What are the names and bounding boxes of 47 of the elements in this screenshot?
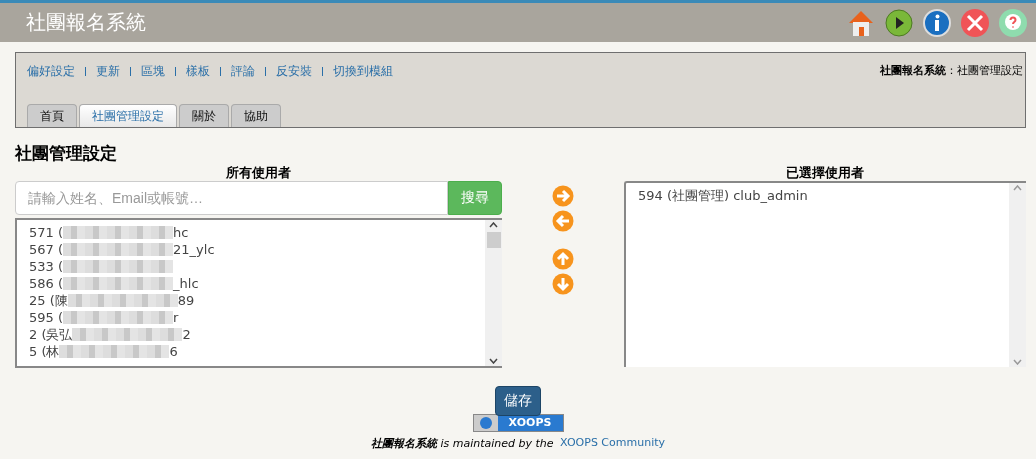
save-button[interactable]: 儲存	[495, 386, 541, 416]
selected-user-list[interactable]: 594 (社團管理) club_admin	[624, 181, 1026, 367]
menu-link[interactable]: 評論	[231, 63, 255, 80]
list-item-end: hc	[173, 224, 189, 241]
list-item-end: _hlc	[173, 275, 199, 292]
menu-link[interactable]: 更新	[96, 63, 120, 80]
scroll-thumb[interactable]	[486, 232, 501, 248]
list-item[interactable]: 594 (社團管理) club_admin	[638, 187, 997, 204]
menu-link[interactable]: 偏好設定	[27, 63, 75, 80]
menu-link[interactable]: 反安裝	[276, 63, 312, 80]
list-item-start: 586 (	[29, 275, 64, 292]
list-item-start: 533 (	[29, 258, 64, 275]
menu-link[interactable]: 區塊	[141, 63, 165, 80]
list-item-start: 595 (	[29, 309, 64, 326]
info-icon[interactable]	[922, 7, 952, 38]
list-item-start: 2 (吳弘	[29, 326, 73, 343]
globe-icon	[479, 417, 492, 429]
list-item-end: 2	[182, 326, 191, 343]
tab[interactable]: 首頁	[27, 104, 77, 127]
tab[interactable]: 關於	[179, 104, 229, 127]
list-item-start: 5 (林	[29, 343, 60, 360]
footer-text: 社團報名系統 is maintained by the	[370, 436, 555, 451]
list-item-end: 21_ylc	[173, 241, 215, 258]
help-icon[interactable]	[998, 7, 1028, 38]
tab[interactable]: 協助	[231, 104, 281, 127]
scroll-down-icon[interactable]	[489, 358, 498, 364]
list-item-start: 567 (	[29, 241, 64, 258]
column-heading: 所有使用者	[225, 165, 292, 181]
tab[interactable]: 社團管理設定	[79, 104, 177, 127]
list-item-end: r	[173, 309, 179, 326]
list-item-end: 89	[177, 292, 195, 309]
column-heading: 已選擇使用者	[785, 165, 865, 181]
page-title: 社團管理設定	[15, 142, 118, 165]
user-list[interactable]: 571 ( hc 567 ( 21_ylc 533 ( 586 ( _hlc 25 (陳 89 595 ( r 2 (吳弘 2 5 (林 6	[15, 218, 502, 368]
menu-link[interactable]: 樣板	[186, 63, 210, 80]
scrollbar[interactable]	[485, 220, 502, 366]
footer-link[interactable]: XOOPS Community	[560, 436, 666, 451]
xoops-badge: XOOPS	[472, 414, 564, 432]
list-item-end: 6	[169, 343, 178, 360]
list-item-start: 25 (陳	[29, 292, 68, 309]
menu-link[interactable]: 切換到模組	[333, 63, 393, 80]
breadcrumb: 社團報名系統：社團管理設定	[880, 63, 1023, 79]
list-item-start: 571 (	[29, 224, 64, 241]
play-icon[interactable]	[884, 7, 914, 38]
scroll-up-icon[interactable]	[489, 222, 498, 228]
search-field[interactable]: 請輸入姓名、Email或帳號…	[15, 181, 448, 215]
app-title: 社團報名系統	[26, 9, 146, 36]
